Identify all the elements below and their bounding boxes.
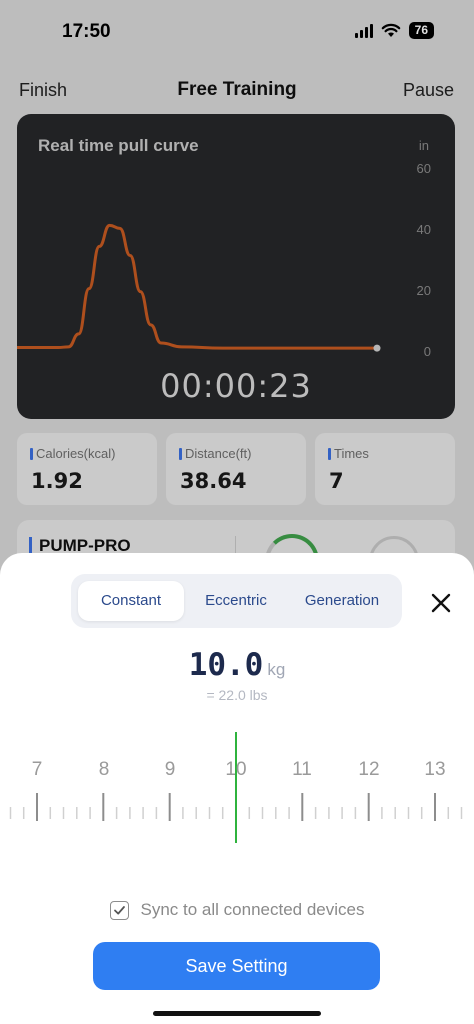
tab-eccentric[interactable]: Eccentric: [185, 581, 287, 621]
save-setting-button[interactable]: Save Setting: [93, 942, 380, 990]
sync-label: Sync to all connected devices: [140, 900, 365, 919]
sync-checkbox[interactable]: [109, 900, 129, 920]
check-icon: [113, 905, 125, 914]
ruler-label: 10: [225, 759, 247, 780]
ruler-label: 11: [292, 759, 312, 780]
weight-lbs: = 22.0 lbs: [206, 687, 268, 703]
sync-option[interactable]: Sync to all connected devices: [0, 900, 474, 920]
ruler-ticks: [9, 732, 463, 843]
ruler-label: 13: [424, 759, 446, 780]
ruler-label: 7: [31, 759, 43, 780]
home-indicator: [153, 1011, 321, 1016]
weight-readout: 10.0 kg: [0, 647, 474, 683]
weight-value: 10.0: [188, 647, 264, 683]
tab-generation[interactable]: Generation: [289, 581, 395, 621]
weight-ruler[interactable]: 7 8 9 10 11 12 13: [0, 723, 474, 853]
weight-unit: kg: [267, 660, 286, 679]
tab-constant[interactable]: Constant: [78, 581, 184, 621]
close-icon[interactable]: [428, 590, 454, 616]
resistance-sheet: Constant Eccentric Generation 10.0 kg = 2…: [0, 553, 474, 1024]
ruler-label: 12: [358, 759, 380, 780]
ruler-label: 8: [98, 759, 110, 780]
ruler-label: 9: [164, 759, 176, 780]
mode-segmented-control: Constant Eccentric Generation: [71, 574, 402, 628]
